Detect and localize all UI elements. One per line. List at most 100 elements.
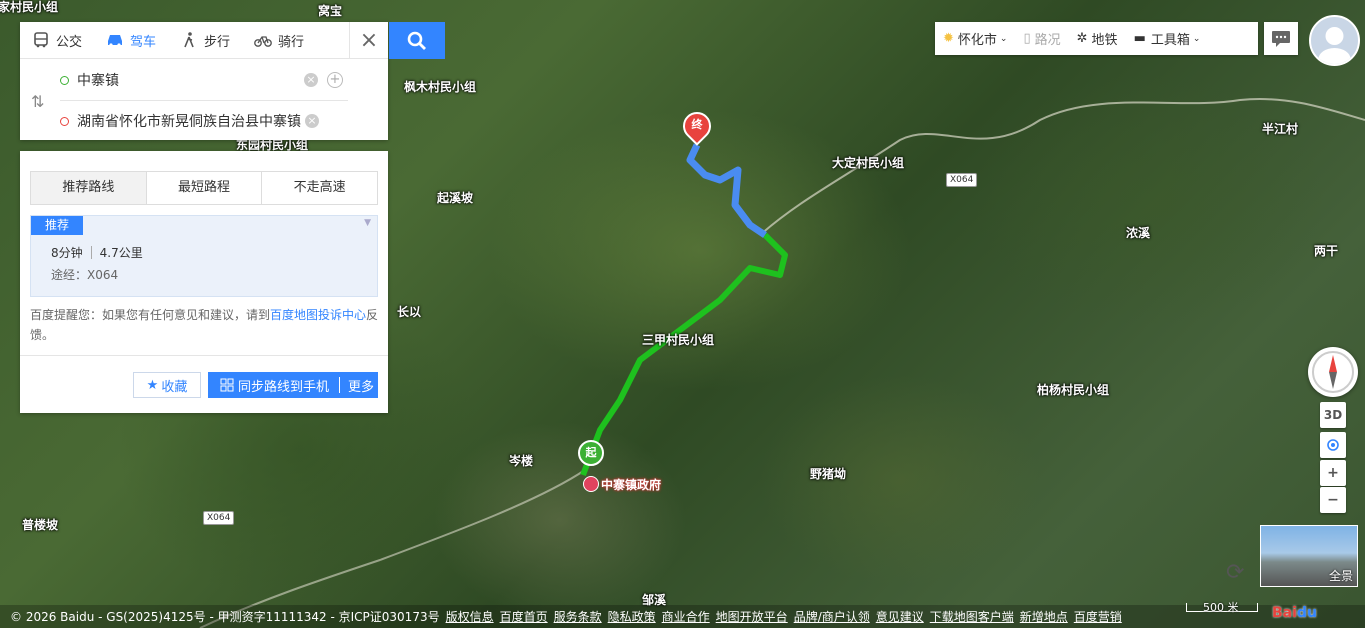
- destination-field[interactable]: 湖南省怀化市新晃侗族自治县中寨镇: [60, 101, 302, 141]
- tab-bus[interactable]: 公交: [20, 22, 94, 58]
- start-marker[interactable]: 起: [578, 440, 604, 466]
- feedback-note: 百度提醒您：如果您有任何意见和建议，请到百度地图投诉中心反馈。: [30, 305, 380, 345]
- road-tag: X064: [946, 173, 978, 187]
- route-green: [580, 232, 788, 477]
- tab-shortest[interactable]: 最短路程: [147, 172, 263, 204]
- copyright: © 2026 Baidu - GS(2025)4125号 - 甲测资字11111…: [10, 610, 440, 624]
- traffic-button[interactable]: ▯ 路况: [1015, 22, 1068, 55]
- tab-bus-label: 公交: [56, 34, 83, 50]
- route-via: 途经：X064: [51, 268, 119, 282]
- toolbox-icon: ▬: [1133, 31, 1146, 46]
- route-distance: 4.7公里: [99, 246, 143, 260]
- tab-recommended[interactable]: 推荐路线: [31, 172, 147, 204]
- footer-link[interactable]: 版权信息: [446, 608, 494, 625]
- message-button[interactable]: [1264, 22, 1298, 55]
- grid-icon: [220, 378, 234, 392]
- poi-icon[interactable]: [583, 476, 599, 492]
- tab-bike-label: 骑行: [278, 34, 305, 50]
- subway-label: 地铁: [1091, 33, 1118, 48]
- city-label: 怀化市: [957, 33, 997, 48]
- close-icon[interactable]: ×: [349, 22, 388, 58]
- destination-dot-icon: [60, 116, 69, 126]
- footer: © 2026 Baidu - GS(2025)4125号 - 甲测资字11111…: [0, 605, 1365, 628]
- recommended-badge: 推荐: [31, 216, 84, 235]
- footer-link[interactable]: 新增地点: [1020, 608, 1068, 625]
- map-label: 枫木村民小组: [404, 80, 477, 94]
- toolbox-button[interactable]: ▬ 工具箱 ⌄: [1126, 22, 1209, 55]
- footer-link[interactable]: 服务条款: [554, 608, 602, 625]
- panorama-thumbnail[interactable]: 全景: [1260, 525, 1358, 587]
- map-label: 半江村: [1262, 122, 1299, 136]
- tab-no-highway[interactable]: 不走高速: [262, 172, 377, 204]
- sync-label: 同步路线到手机: [238, 379, 330, 395]
- map-label: 浓溪: [1126, 226, 1151, 240]
- end-marker-label: 终: [691, 118, 703, 131]
- footer-link[interactable]: 意见建议: [876, 608, 924, 625]
- compass-control[interactable]: [1308, 347, 1358, 397]
- map-label: 大定村民小组: [832, 156, 905, 170]
- footer-link[interactable]: 地图开放平台: [716, 608, 788, 625]
- user-icon: [1318, 27, 1351, 64]
- sun-icon: ✹: [943, 31, 954, 46]
- walk-icon: [184, 32, 194, 48]
- footer-link[interactable]: 百度营销: [1074, 608, 1122, 625]
- favorite-label: 收藏: [161, 379, 188, 395]
- refresh-icon[interactable]: ⟳: [1226, 560, 1244, 585]
- bike-icon: [254, 36, 272, 47]
- clear-origin-icon[interactable]: ×: [304, 73, 318, 87]
- sync-divider: [339, 377, 341, 393]
- map-label: 野猪坳: [810, 467, 847, 481]
- destination-text: 湖南省怀化市新晃侗族自治县中寨镇: [77, 114, 301, 130]
- baidu-logo: Baidu: [1272, 605, 1317, 621]
- route-search-panel: 公交 驾车 步行 骑行 × ⇅ 中寨镇 × + 湖南省怀化市新晃侗族自治县中寨镇…: [20, 22, 388, 140]
- map-label: 岑楼: [509, 454, 534, 468]
- avatar[interactable]: [1309, 15, 1360, 66]
- footer-link[interactable]: 品牌/商户认领: [794, 608, 870, 625]
- clear-destination-icon[interactable]: ×: [305, 114, 319, 128]
- tab-bike[interactable]: 骑行: [242, 22, 316, 58]
- toolbox-label: 工具箱: [1150, 33, 1190, 48]
- pano-label: 全景: [1328, 569, 1353, 583]
- swap-icon[interactable]: ⇅: [31, 92, 44, 111]
- car-icon: [108, 35, 123, 47]
- route-preference-tabs: 推荐路线 最短路程 不走高速: [30, 171, 378, 205]
- map-label: 普楼坡: [22, 518, 59, 532]
- complaint-center-link[interactable]: 百度地图投诉中心: [270, 308, 366, 322]
- add-waypoint-icon[interactable]: +: [327, 72, 343, 88]
- map-label: 两干: [1314, 244, 1339, 258]
- favorite-button[interactable]: ★ 收藏: [133, 372, 201, 398]
- tab-drive-label: 驾车: [130, 34, 157, 50]
- footer-link[interactable]: 隐私政策: [608, 608, 656, 625]
- 3d-button[interactable]: 3D: [1320, 402, 1346, 428]
- city-selector[interactable]: ✹ 怀化市 ⌄: [935, 22, 1015, 55]
- bus-icon: [34, 32, 48, 48]
- map-label: 起溪坡: [437, 191, 474, 205]
- chevron-down-icon: ⌄: [999, 33, 1008, 44]
- locate-button[interactable]: [1320, 432, 1346, 458]
- map-toolbar: ✹ 怀化市 ⌄ ▯ 路况 ✲ 地铁 ▬ 工具箱 ⌄: [935, 22, 1258, 55]
- route-actions: ★ 收藏 同步路线到手机 更多: [20, 355, 388, 414]
- footer-link[interactable]: 百度首页: [500, 608, 548, 625]
- poi-label[interactable]: 中寨镇政府: [601, 476, 661, 493]
- zoom-in-button[interactable]: +: [1320, 460, 1346, 486]
- tab-drive[interactable]: 驾车: [94, 22, 168, 58]
- footer-link[interactable]: 商业合作: [662, 608, 710, 625]
- origin-text: 中寨镇: [77, 73, 119, 89]
- subway-icon: ✲: [1076, 31, 1088, 46]
- star-icon: ★: [146, 377, 159, 393]
- chat-icon: [1272, 30, 1290, 47]
- map-label: 家村民小组: [0, 0, 59, 14]
- footer-link[interactable]: 下载地图客户端: [930, 608, 1014, 625]
- more-button[interactable]: 更多: [348, 376, 374, 395]
- route-plan-card[interactable]: 推荐 ▼ 8分钟 4.7公里 途经：X064: [30, 215, 378, 297]
- scale-bar: 500 米: [1186, 601, 1258, 614]
- chevron-down-icon[interactable]: ▼: [364, 218, 371, 228]
- tab-walk[interactable]: 步行: [168, 22, 242, 58]
- map-label: 窝宝: [318, 4, 343, 18]
- search-button[interactable]: [389, 22, 445, 59]
- zoom-out-button[interactable]: −: [1320, 487, 1346, 513]
- compass-icon: [1312, 351, 1354, 393]
- sync-to-phone-button[interactable]: 同步路线到手机 更多: [208, 372, 378, 398]
- summary-divider: [90, 246, 92, 259]
- subway-button[interactable]: ✲ 地铁: [1069, 22, 1126, 55]
